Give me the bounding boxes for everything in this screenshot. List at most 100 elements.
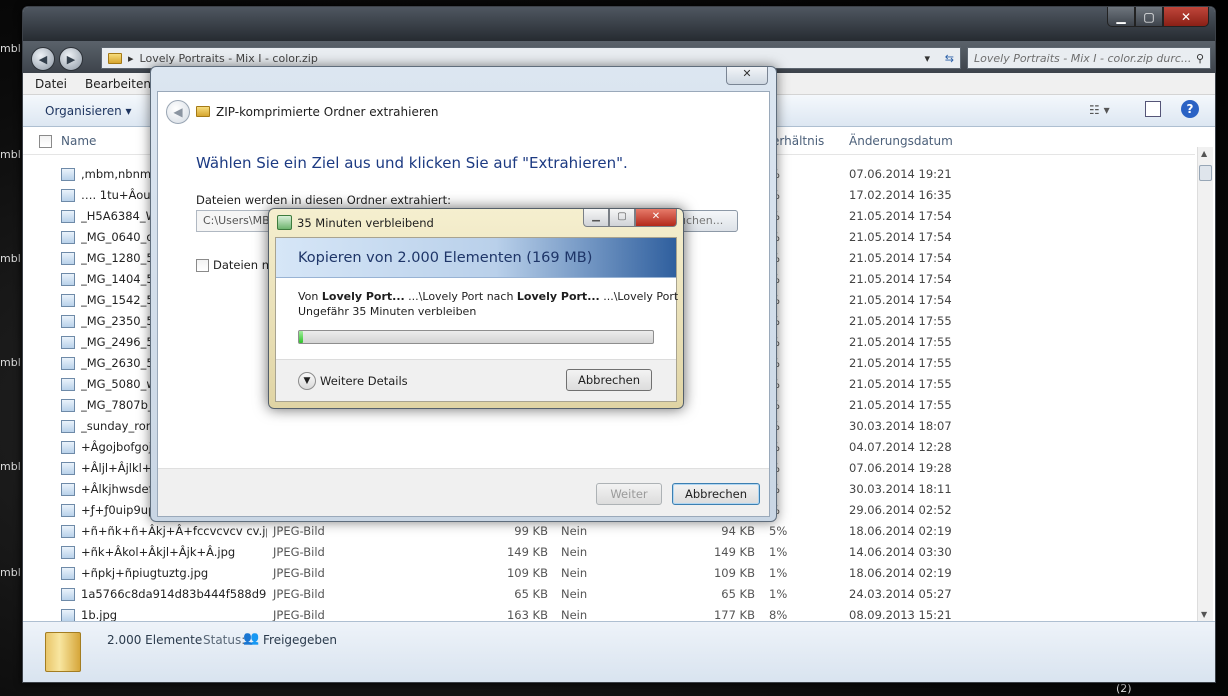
cancel-copy-button[interactable]: Abbrechen xyxy=(566,369,652,391)
cell-name: 1a5766c8da914d83b444f588d989... xyxy=(81,587,267,601)
scrollbar-thumb[interactable] xyxy=(1199,165,1212,181)
menu-bearbeiten[interactable]: Bearbeiten xyxy=(85,77,151,91)
chevron-down-icon[interactable]: ▾ xyxy=(924,52,930,65)
close-icon[interactable]: ✕ xyxy=(1163,7,1209,27)
desktop-icon-label: mbl xyxy=(0,42,21,55)
next-button[interactable]: Weiter xyxy=(596,483,662,505)
image-file-icon xyxy=(61,189,75,202)
cell-ratio: 1% xyxy=(769,587,788,601)
table-row[interactable]: 1a5766c8da914d83b444f588d989... JPEG-Bild… xyxy=(23,584,1195,605)
explorer-titlebar[interactable]: ▁ ▢ ✕ xyxy=(23,7,1215,41)
cell-csize: 149 KB xyxy=(713,545,755,559)
dialog-footer: Weiter Abbrechen xyxy=(158,468,769,516)
dialog-title: ZIP-komprimierte Ordner extrahieren xyxy=(216,105,439,119)
scroll-up-icon[interactable]: ▲ xyxy=(1201,149,1207,158)
cell-csize: 94 KB xyxy=(721,524,755,538)
cell-size: 149 KB xyxy=(506,545,548,559)
image-file-icon xyxy=(61,588,75,601)
image-file-icon xyxy=(61,525,75,538)
column-ratio[interactable]: erhältnis xyxy=(772,134,824,148)
back-arrow-icon[interactable]: ◀ xyxy=(31,47,55,71)
close-icon[interactable]: ✕ xyxy=(726,67,768,85)
cell-date: 29.06.2014 02:52 xyxy=(849,503,952,517)
select-all-checkbox[interactable] xyxy=(39,135,52,148)
cell-date: 30.03.2014 18:11 xyxy=(849,482,952,496)
cell-date: 18.06.2014 02:19 xyxy=(849,524,952,538)
image-file-icon xyxy=(61,462,75,475)
search-icon[interactable]: ⚲ xyxy=(1196,52,1204,65)
cell-date: 21.05.2014 17:55 xyxy=(849,314,952,328)
path-label: Dateien werden in diesen Ordner extrahie… xyxy=(196,193,452,207)
image-file-icon xyxy=(61,210,75,223)
cell-name: _MG_2496_50 xyxy=(81,335,161,349)
cell-name: _MG_2630_50 xyxy=(81,356,161,370)
image-file-icon xyxy=(61,168,75,181)
cell-ratio: 1% xyxy=(769,545,788,559)
copy-icon xyxy=(277,215,292,230)
cell-ratio: 8% xyxy=(769,608,788,622)
table-row[interactable]: +ñk+Âkol+Âkjl+Âjk+Â.jpg JPEG-Bild 149 KB Ne… xyxy=(23,542,1195,563)
refresh-icon[interactable]: ⇆ xyxy=(945,52,954,65)
cell-size: 99 KB xyxy=(514,524,548,538)
minimize-icon[interactable]: ▁ xyxy=(583,209,609,227)
view-options-icon[interactable]: ☷ ▾ xyxy=(1089,103,1110,117)
copy-source-destination: Von Lovely Port... ...\Lovely Port nach … xyxy=(298,290,679,303)
column-name[interactable]: Name xyxy=(61,134,96,148)
cell-type: JPEG-Bild xyxy=(273,566,325,580)
close-icon[interactable]: ✕ xyxy=(635,209,677,227)
minimize-icon[interactable]: ▁ xyxy=(1107,7,1135,27)
cell-date: 21.05.2014 17:55 xyxy=(849,335,952,349)
cell-name: +ñ+ñk+ñ+Âkj+Â+fccvcvcv cv.jpg xyxy=(81,524,267,538)
cell-name: +ñk+Âkol+Âkjl+Âjk+Â.jpg xyxy=(81,545,236,559)
cell-name: _MG_0640_da xyxy=(81,230,161,244)
column-date[interactable]: Änderungsdatum xyxy=(849,134,953,148)
image-file-icon xyxy=(61,273,75,286)
cell-type: JPEG-Bild xyxy=(273,587,325,601)
cell-name: _MG_1542_50 xyxy=(81,293,161,307)
cell-name: _MG_2350_50 xyxy=(81,314,161,328)
cell-enc: Nein xyxy=(561,545,588,559)
dialog-heading: Wählen Sie ein Ziel aus und klicken Sie … xyxy=(196,154,628,172)
help-icon[interactable]: ? xyxy=(1181,100,1199,118)
cell-name: _MG_1404_50 xyxy=(81,272,161,286)
scroll-down-icon[interactable]: ▼ xyxy=(1201,610,1207,619)
cell-date: 24.03.2014 05:27 xyxy=(849,587,952,601)
show-files-checkbox[interactable] xyxy=(196,258,209,272)
cell-date: 21.05.2014 17:55 xyxy=(849,356,952,370)
copy-banner: Kopieren von 2.000 Elementen (169 MB) xyxy=(276,238,676,278)
copy-progress-dialog: 35 Minuten verbleibend ▁ ▢ ✕ Kopieren vo… xyxy=(268,208,684,409)
cell-ratio: 5% xyxy=(769,524,788,538)
table-row[interactable]: +ñpkj+ñpiugtuztg.jpg JPEG-Bild 109 KB Nein 1… xyxy=(23,563,1195,584)
cell-name: _MG_7807b_5 xyxy=(81,398,161,412)
chevron-down-icon[interactable]: ▼ xyxy=(298,372,316,390)
preview-pane-icon[interactable] xyxy=(1145,101,1161,117)
cell-enc: Nein xyxy=(561,587,588,601)
cell-size: 65 KB xyxy=(514,587,548,601)
vertical-scrollbar[interactable]: ▲ ▼ xyxy=(1197,147,1213,621)
forward-arrow-icon[interactable]: ▶ xyxy=(59,47,83,71)
back-arrow-icon[interactable]: ◀ xyxy=(166,100,190,124)
breadcrumb-chevron-icon: ▸ xyxy=(128,51,134,65)
search-placeholder: Lovely Portraits - Mix I - color.zip dur… xyxy=(974,51,1192,65)
copy-dialog-footer: ▼ Weitere Details Abbrechen xyxy=(276,359,676,401)
image-file-icon xyxy=(61,294,75,307)
organize-button[interactable]: Organisieren ▾ xyxy=(45,104,132,118)
table-row[interactable]: +ñ+ñk+ñ+Âkj+Â+fccvcvcv cv.jpg JPEG-Bild 99… xyxy=(23,521,1195,542)
image-file-icon xyxy=(61,357,75,370)
maximize-icon[interactable]: ▢ xyxy=(1135,7,1163,27)
desktop-icon-label: mbl xyxy=(0,356,21,369)
cell-date: 07.06.2014 19:21 xyxy=(849,167,952,181)
show-files-checkbox-row[interactable]: Dateien na xyxy=(196,258,276,272)
cancel-button[interactable]: Abbrechen xyxy=(672,483,760,505)
cell-enc: Nein xyxy=(561,566,588,580)
menu-datei[interactable]: Datei xyxy=(35,77,67,91)
cell-type: JPEG-Bild xyxy=(273,545,325,559)
copy-progress-bar xyxy=(298,330,654,344)
search-input[interactable]: Lovely Portraits - Mix I - color.zip dur… xyxy=(967,47,1211,69)
more-details-link[interactable]: Weitere Details xyxy=(320,374,408,388)
image-file-icon xyxy=(61,441,75,454)
cell-enc: Nein xyxy=(561,524,588,538)
image-file-icon xyxy=(61,546,75,559)
maximize-icon: ▢ xyxy=(609,209,635,227)
cell-name: _H5A6384_W xyxy=(81,209,157,223)
